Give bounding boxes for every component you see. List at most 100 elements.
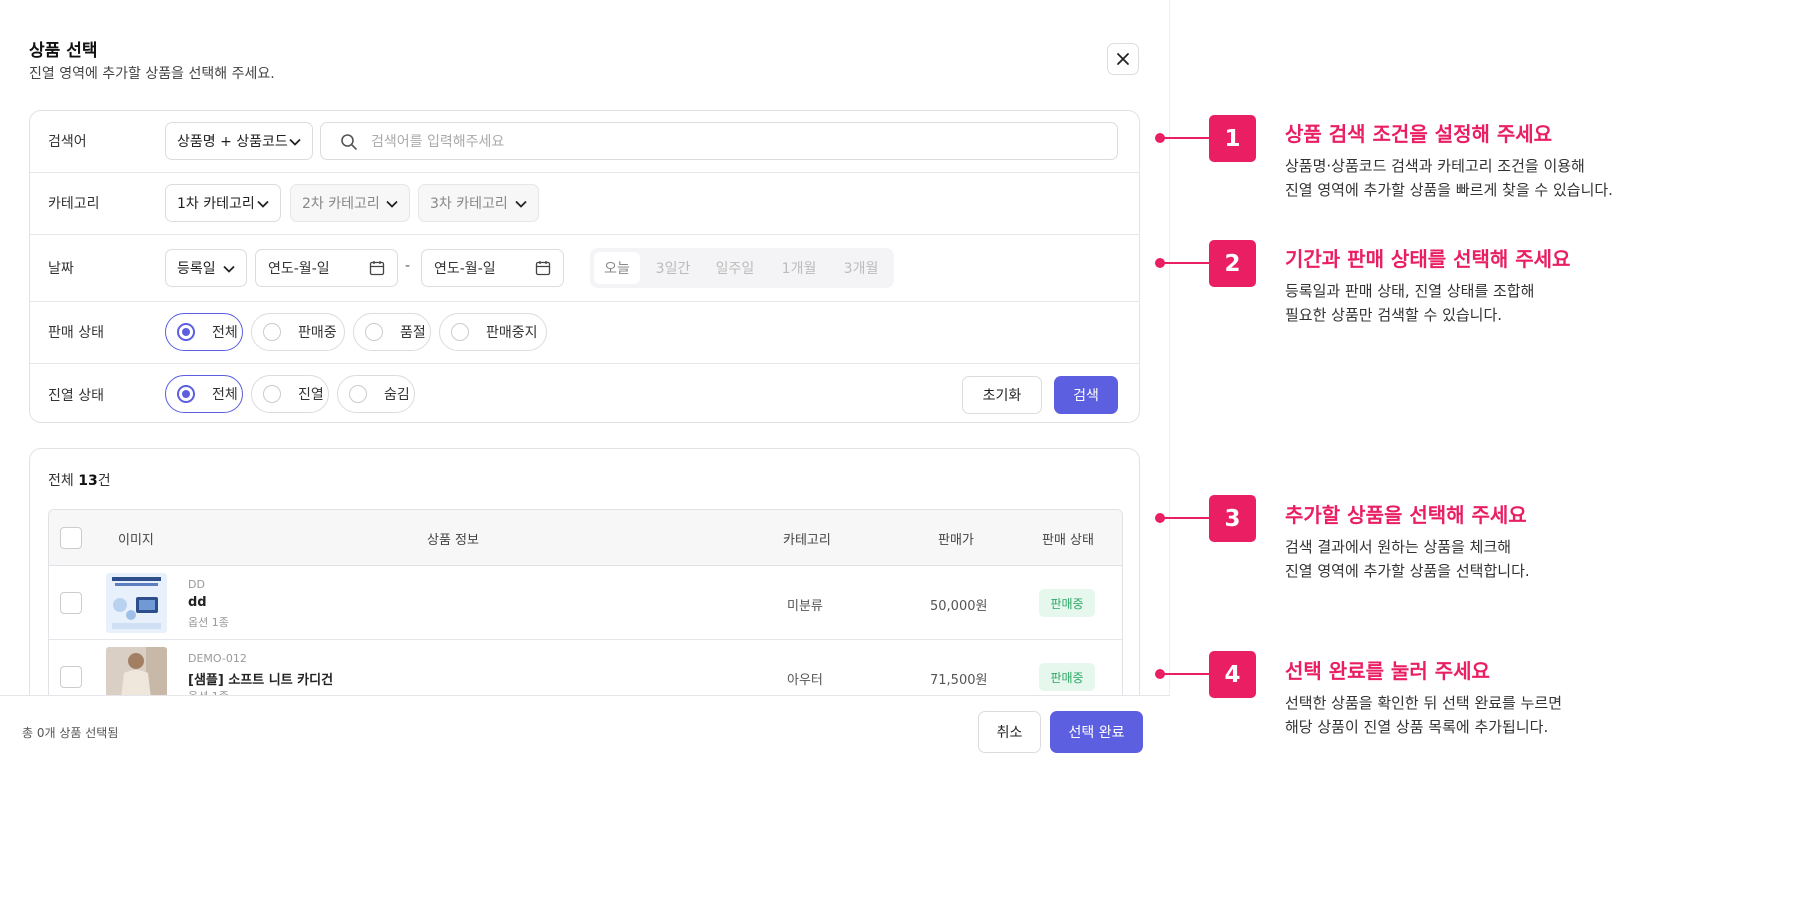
search-button[interactable]: 검색 — [1054, 376, 1118, 414]
callout-connector — [1155, 258, 1212, 268]
col-sale-status: 판매 상태 — [1042, 533, 1094, 548]
reset-button[interactable]: 초기화 — [962, 376, 1042, 414]
status-badge: 판매중 — [1039, 589, 1095, 617]
callout-line1: 등록일과 판매 상태, 진열 상태를 조합해 — [1285, 282, 1535, 300]
period-today[interactable]: 오늘 — [594, 252, 640, 284]
display-status-label: 진열 상태 — [48, 388, 104, 404]
display-status-row: 진열 상태 전체 진열 숨김 초기화 검색 — [30, 364, 1139, 424]
callout-connector — [1155, 669, 1212, 679]
confirm-selection-button[interactable]: 선택 완료 — [1050, 711, 1143, 753]
chevron-down-icon — [515, 200, 527, 208]
calendar-icon — [369, 261, 385, 276]
select-all-checkbox[interactable] — [60, 527, 82, 549]
connector-dot — [1155, 133, 1165, 143]
end-date-value: 연도-월-일 — [434, 261, 496, 277]
keyword-label: 검색어 — [48, 134, 87, 150]
modal-subtitle: 진열 영역에 추가할 상품을 선택해 주세요. — [29, 66, 275, 82]
col-image: 이미지 — [118, 533, 154, 548]
callout-connector — [1155, 133, 1212, 143]
period-1week[interactable]: 일주일 — [706, 252, 764, 284]
product-price: 71,500원 — [930, 673, 988, 688]
callout-line1: 선택한 상품을 확인한 뒤 선택 완료를 누르면 — [1285, 694, 1563, 712]
sale-status-soldout-label: 품절 — [400, 325, 426, 341]
results-total-suffix: 건 — [97, 473, 111, 489]
sale-status-label: 판매 상태 — [48, 325, 104, 341]
product-option: 옵션 1종 — [188, 616, 229, 629]
date-type-select[interactable]: 등록일 — [165, 249, 247, 287]
category-label: 카테고리 — [48, 196, 100, 212]
close-button[interactable] — [1107, 43, 1139, 75]
sale-status-all-radio[interactable]: 전체 — [165, 313, 243, 351]
product-select-modal: 상품 선택 진열 영역에 추가할 상품을 선택해 주세요. 검색어 상품명 + … — [0, 0, 1170, 760]
chevron-down-icon — [386, 200, 398, 208]
col-category: 카테고리 — [783, 533, 831, 548]
radio-dot — [263, 385, 281, 403]
col-product-info: 상품 정보 — [427, 533, 479, 548]
connector-dot — [1155, 258, 1165, 268]
modal-title: 상품 선택 — [29, 41, 98, 61]
period-quick-select: 오늘 3일간 일주일 1개월 3개월 — [590, 248, 894, 288]
results-total-count: 13 — [78, 473, 98, 489]
product-category: 미분류 — [787, 599, 823, 614]
selected-count: 총 0개 상품 선택됨 — [22, 726, 119, 740]
callout-number: 3 — [1209, 495, 1256, 542]
callout-title: 추가할 상품을 선택해 주세요 — [1285, 503, 1527, 527]
close-icon — [1117, 53, 1129, 65]
category-level2-select[interactable]: 2차 카테고리 — [290, 184, 410, 222]
calendar-icon — [535, 261, 551, 276]
date-separator: - — [405, 258, 411, 274]
search-placeholder: 검색어를 입력해주세요 — [371, 134, 505, 150]
callout-title: 선택 완료를 눌러 주세요 — [1285, 659, 1490, 683]
category-level2-value: 2차 카테고리 — [302, 196, 380, 212]
keyword-field-select-value: 상품명 + 상품코드 — [177, 134, 288, 150]
search-icon — [341, 134, 357, 150]
callout-line2: 해당 상품이 진열 상품 목록에 추가됩니다. — [1285, 718, 1549, 736]
display-status-hidden-radio[interactable]: 숨김 — [337, 375, 415, 413]
category-level1-select[interactable]: 1차 카테고리 — [165, 184, 281, 222]
modal-footer: 총 0개 상품 선택됨 취소 선택 완료 — [0, 695, 1170, 760]
row-checkbox[interactable] — [60, 666, 82, 688]
period-3days[interactable]: 3일간 — [646, 252, 700, 284]
sale-status-onsale-radio[interactable]: 판매중 — [251, 313, 345, 351]
product-name: dd — [188, 595, 207, 610]
period-3months[interactable]: 3개월 — [832, 252, 890, 284]
callout-connector — [1155, 513, 1212, 523]
results-total: 전체 13건 — [48, 470, 111, 490]
callout-line2: 진열 영역에 추가할 상품을 빠르게 찾을 수 있습니다. — [1285, 181, 1613, 199]
sale-status-soldout-radio[interactable]: 품절 — [353, 313, 431, 351]
category-level3-select[interactable]: 3차 카테고리 — [418, 184, 539, 222]
callout-title: 상품 검색 조건을 설정해 주세요 — [1285, 122, 1553, 146]
search-input[interactable]: 검색어를 입력해주세요 — [320, 122, 1118, 160]
period-1month[interactable]: 1개월 — [770, 252, 828, 284]
keyword-field-select[interactable]: 상품명 + 상품코드 — [165, 122, 313, 160]
table-header: 이미지 상품 정보 카테고리 판매가 판매 상태 — [49, 510, 1122, 566]
product-thumbnail — [106, 573, 167, 633]
start-date-value: 연도-월-일 — [268, 261, 330, 277]
connector-dot — [1155, 669, 1165, 679]
end-date-input[interactable]: 연도-월-일 — [421, 249, 564, 287]
start-date-input[interactable]: 연도-월-일 — [255, 249, 398, 287]
row-checkbox[interactable] — [60, 592, 82, 614]
chevron-down-icon — [223, 265, 235, 273]
status-badge: 판매중 — [1039, 663, 1095, 691]
sale-status-stopped-radio[interactable]: 판매중지 — [439, 313, 547, 351]
display-status-shown-radio[interactable]: 진열 — [251, 375, 329, 413]
radio-dot — [263, 323, 281, 341]
date-type-value: 등록일 — [177, 261, 216, 277]
callout-number: 2 — [1209, 240, 1256, 287]
date-label: 날짜 — [48, 261, 74, 277]
product-name: [샘플] 소프트 니트 카디건 — [188, 673, 334, 688]
cancel-button[interactable]: 취소 — [978, 711, 1041, 753]
chevron-down-icon — [257, 200, 269, 208]
product-code: DD — [188, 578, 205, 591]
category-row: 카테고리 1차 카테고리 2차 카테고리 3차 카테고리 — [30, 173, 1139, 235]
display-status-hidden-label: 숨김 — [384, 387, 410, 403]
radio-dot — [177, 385, 195, 403]
callout-number: 1 — [1209, 115, 1256, 162]
display-status-all-radio[interactable]: 전체 — [165, 375, 243, 413]
radio-dot — [177, 323, 195, 341]
display-status-all-label: 전체 — [212, 387, 238, 403]
radio-dot — [349, 385, 367, 403]
display-status-shown-label: 진열 — [298, 387, 324, 403]
table-row[interactable]: DD dd 옵션 1종 미분류 50,000원 판매중 — [49, 566, 1122, 640]
